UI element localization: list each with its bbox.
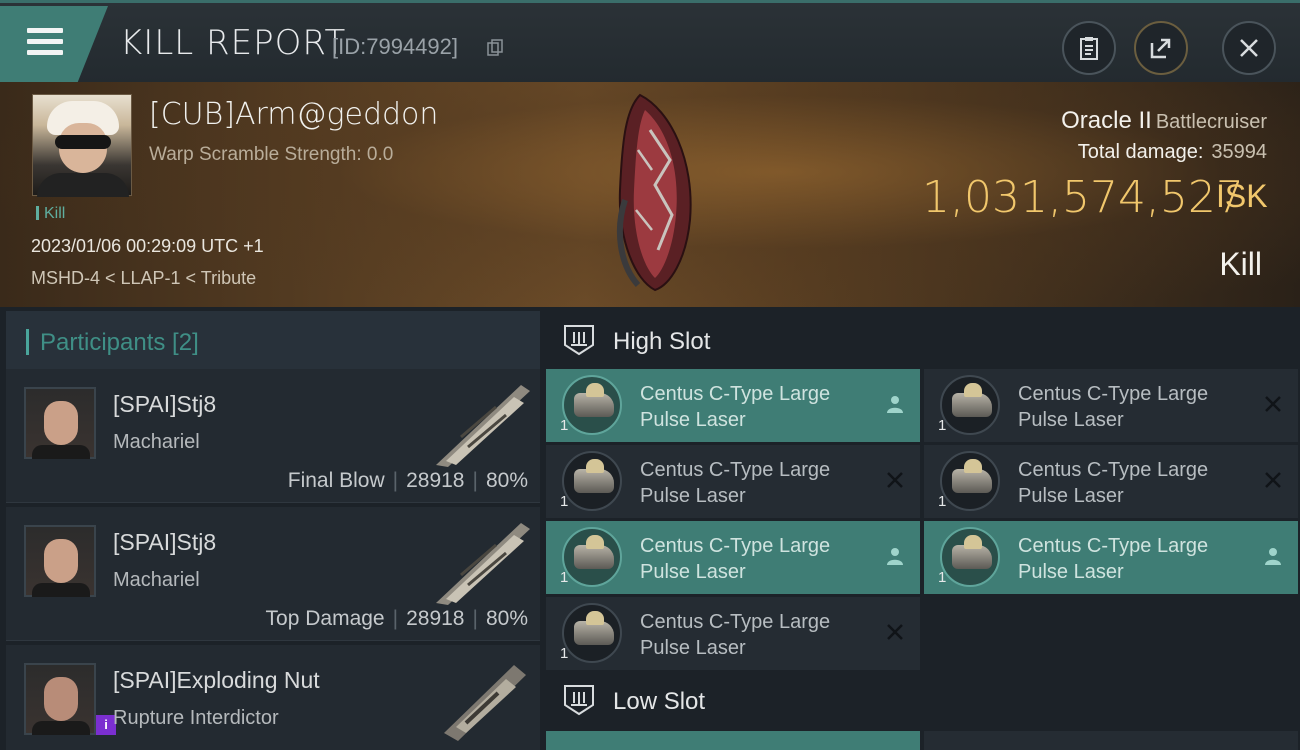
module-quantity: 1 [560,569,569,586]
module-slot[interactable]: 1 Centus C-Type Large Pulse Laser [546,445,920,518]
module-quantity: 1 [938,417,947,434]
victim-ship-image[interactable] [600,90,710,295]
participants-panel: Participants [2] [SPAI]Stj8 Machariel Fi… [0,307,542,750]
participant-role: Top Damage [265,607,385,630]
pulse-laser-icon [562,603,622,663]
module-slot[interactable]: 1 Centus C-Type Large Pulse Laser [546,597,920,670]
module-name: Centus C-Type Large Pulse Laser [1018,459,1209,507]
page-title: KILL REPORT [120,23,347,63]
person-icon [1265,548,1281,565]
module-quantity: 1 [560,493,569,510]
hamburger-icon [27,28,63,61]
module-name: Centus C-Type Large Pulse Laser [640,459,831,507]
victim-ship-name: Oracle II Battlecruiser [1061,107,1267,135]
participant-role: Final Blow [287,469,385,492]
copy-icon[interactable] [486,39,504,57]
warp-scramble-text: Warp Scramble Strength: 0.0 [149,144,394,165]
x-icon [1265,396,1281,412]
pulse-laser-icon [940,375,1000,435]
low-slot-title: Low Slot [613,688,706,715]
module-slot[interactable]: 1 Centus C-Type Large Pulse Laser [546,369,920,442]
total-damage: Total damage: 35994 [1078,141,1267,164]
clipboard-icon [1080,37,1098,60]
high-slot-title: High Slot [613,328,711,355]
module-name: Centus C-Type Large Pulse Laser [1018,535,1209,583]
total-damage-value: 35994 [1211,141,1267,163]
share-button[interactable] [1134,21,1188,75]
high-slot-icon [564,325,594,356]
module-quantity: 1 [938,569,947,586]
menu-button[interactable] [0,6,108,82]
pulse-laser-icon [940,451,1000,511]
module-slot[interactable]: 1 Centus C-Type Large Pulse Laser [924,369,1298,442]
person-icon [887,396,903,413]
participants-header[interactable]: Participants [2] [6,311,540,369]
participant-stats: Top Damage | 28918 | 80% [265,607,528,630]
module-name: Centus C-Type Large Pulse Laser [640,535,831,583]
participant-ship: Machariel [113,431,200,453]
x-icon [1265,472,1281,488]
participant-percent: 80% [485,469,528,492]
kill-location: MSHD-4 < LLAP-1 < Tribute [31,268,257,288]
participant-percent: 80% [485,607,528,630]
module-quantity: 1 [560,645,569,662]
module-quantity: 1 [560,417,569,434]
participant-avatar[interactable] [24,387,96,459]
participant-damage: 28918 [406,607,465,630]
pulse-laser-icon [940,527,1000,587]
x-icon [887,624,903,640]
participant-row[interactable]: [SPAI]Stj8 Machariel Final Blow | 28918 | 80… [6,369,540,503]
participant-avatar[interactable]: i [24,663,116,735]
close-icon [1240,39,1258,57]
total-damage-label: Total damage: [1077,141,1204,163]
participant-damage: 28918 [406,469,465,492]
participant-ship: Machariel [113,569,200,591]
module-slot[interactable]: 1 Centus C-Type Large Pulse Laser [546,521,920,594]
low-slot-icon [564,685,594,716]
module-quantity: 1 [938,493,947,510]
low-slot-header: Low Slot [542,669,1300,731]
fitting-panel: High Slot 1 Centus C-Type Large Pulse Las… [542,307,1300,750]
participant-row[interactable]: i [SPAI]Exploding Nut Rupture Interdicto… [6,645,540,750]
module-slot[interactable]: 1 Centus C-Type Large Pulse Laser [924,521,1298,594]
low-slot-module-partial[interactable] [924,731,1298,750]
pulse-laser-icon [562,527,622,587]
kill-tag: Kill [36,205,65,223]
pulse-laser-icon [562,451,622,511]
low-slot-module-partial[interactable] [546,731,920,750]
isk-unit: ISK [1216,178,1268,214]
participant-row[interactable]: [SPAI]Stj8 Machariel Top Damage | 28918 | 80… [6,507,540,641]
module-name: Centus C-Type Large Pulse Laser [640,383,831,431]
person-icon [887,548,903,565]
participants-title: Participants [2] [40,329,199,356]
high-slot-header: High Slot [542,309,1300,371]
participant-ship-image [444,665,526,741]
victim-avatar[interactable] [32,94,132,197]
clipboard-button[interactable] [1062,21,1116,75]
module-name: Centus C-Type Large Pulse Laser [640,611,831,659]
participant-name: [SPAI]Exploding Nut [113,667,320,693]
close-button[interactable] [1222,21,1276,75]
participant-ship-image [436,385,530,467]
participant-name: [SPAI]Stj8 [113,391,217,417]
kill-result: Kill [1219,246,1262,282]
kill-datetime: 2023/01/06 00:29:09 UTC +1 [31,236,264,256]
participant-ship: Rupture Interdictor [113,707,279,729]
header-bar: KILL REPORT [ID:7994492] [0,0,1300,82]
module-slot[interactable]: 1 Centus C-Type Large Pulse Laser [924,445,1298,518]
ship-class-text: Battlecruiser [1155,111,1267,133]
x-icon [887,472,903,488]
ship-name-text: Oracle II [1061,107,1152,134]
participant-stats: Final Blow | 28918 | 80% [287,469,528,492]
report-id: [ID:7994492] [332,34,458,59]
isk-value: 1,031,574,527 [922,172,1244,223]
victim-name[interactable]: [CUB]Arm@geddon [149,97,438,132]
participant-ship-image [436,523,530,605]
participant-name: [SPAI]Stj8 [113,529,217,555]
share-icon [1150,38,1171,59]
participant-avatar[interactable] [24,525,96,597]
module-name: Centus C-Type Large Pulse Laser [1018,383,1209,431]
pulse-laser-icon [562,375,622,435]
